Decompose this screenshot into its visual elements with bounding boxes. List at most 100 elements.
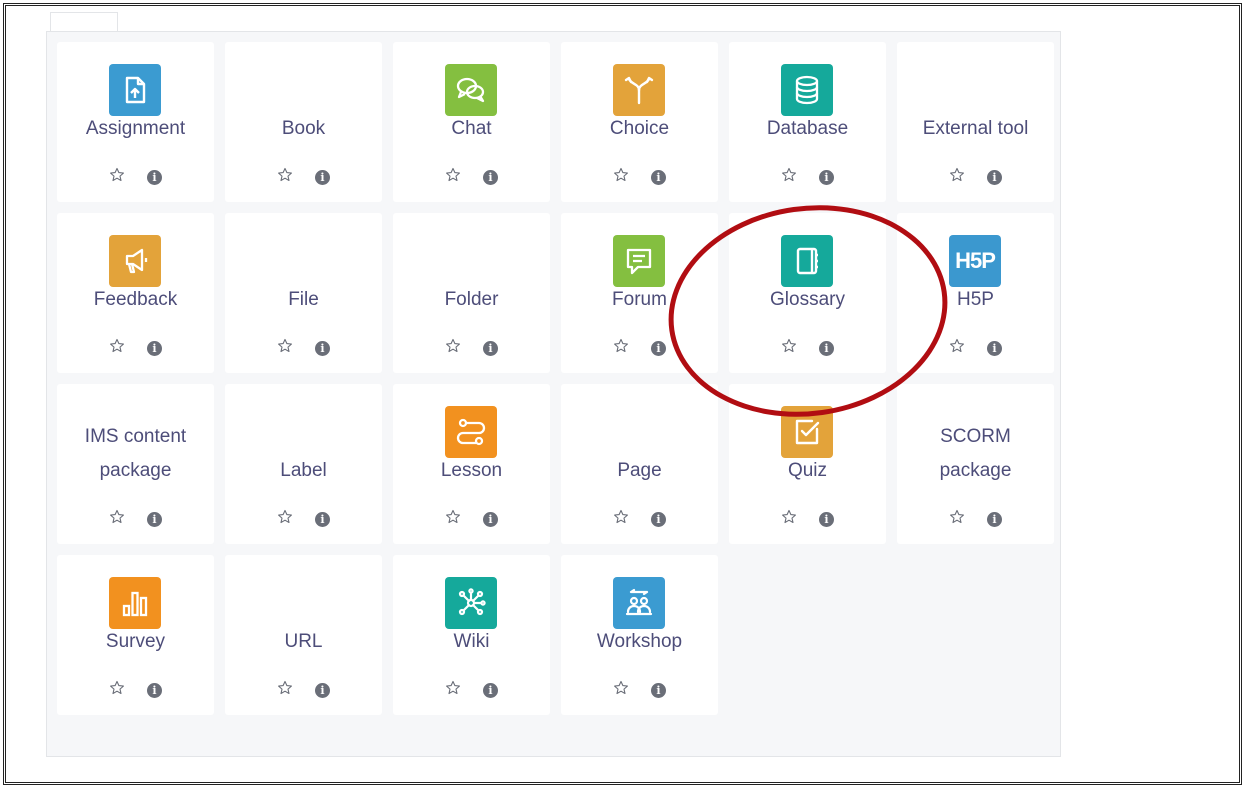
activity-actions: i [57,338,214,359]
activity-name: Survey [105,631,166,652]
activity-tile-url[interactable]: URL i [225,555,382,715]
activity-tile-assignment[interactable]: Assignment i [57,42,214,202]
activity-actions: i [393,167,550,188]
activity-actions: i [393,509,550,530]
activity-name: Chat [451,118,492,139]
info-icon[interactable]: i [483,341,498,356]
star-icon[interactable] [277,680,293,701]
activity-actions: i [561,509,718,530]
info-icon[interactable]: i [147,341,162,356]
activity-actions: i [561,167,718,188]
activity-tile-h5p[interactable]: H5P H5P i [897,213,1054,373]
star-icon[interactable] [109,338,125,359]
forum-icon [613,235,665,287]
info-icon[interactable]: i [987,341,1002,356]
activity-tile-file[interactable]: File i [225,213,382,373]
info-icon[interactable]: i [315,512,330,527]
star-icon[interactable] [109,509,125,530]
info-icon[interactable]: i [651,341,666,356]
activity-name: Glossary [770,289,845,310]
star-icon[interactable] [445,167,461,188]
activity-tile-book[interactable]: Book i [225,42,382,202]
feedback-icon [109,235,161,287]
activity-tile-feedback[interactable]: Feedback i [57,213,214,373]
activity-actions: i [57,509,214,530]
h5p-icon-text: H5P [955,248,996,273]
activity-name: Quiz [787,460,828,481]
star-icon[interactable] [277,509,293,530]
info-icon[interactable]: i [483,683,498,698]
info-icon[interactable]: i [651,512,666,527]
activity-name: Book [281,118,326,139]
activity-tile-scorm-package[interactable]: SCORM package i [897,384,1054,544]
info-icon[interactable]: i [147,170,162,185]
star-icon[interactable] [277,167,293,188]
survey-icon [109,577,161,629]
activity-actions: i [561,338,718,359]
info-icon[interactable]: i [483,170,498,185]
chat-icon [445,64,497,116]
info-icon[interactable]: i [315,683,330,698]
activity-tile-glossary[interactable]: Glossary i [729,213,886,373]
info-icon[interactable]: i [651,170,666,185]
activity-tile-label[interactable]: Label i [225,384,382,544]
database-icon [781,64,833,116]
activity-actions: i [225,338,382,359]
activity-tile-database[interactable]: Database i [729,42,886,202]
activity-tile-quiz[interactable]: Quiz i [729,384,886,544]
info-icon[interactable]: i [987,170,1002,185]
workshop-icon [613,577,665,629]
star-icon[interactable] [445,338,461,359]
activity-tile-ims-content-package[interactable]: IMS content package i [57,384,214,544]
star-icon[interactable] [781,167,797,188]
activity-tile-folder[interactable]: Folder i [393,213,550,373]
activity-tile-lesson[interactable]: Lesson i [393,384,550,544]
activity-tile-forum[interactable]: Forum i [561,213,718,373]
star-icon[interactable] [781,509,797,530]
star-icon[interactable] [109,680,125,701]
info-icon[interactable]: i [819,170,834,185]
star-icon[interactable] [949,509,965,530]
activity-name: SCORM package [939,426,1012,481]
info-icon[interactable]: i [315,341,330,356]
activity-tile-external-tool[interactable]: External tool i [897,42,1054,202]
info-icon[interactable]: i [147,512,162,527]
star-icon[interactable] [277,338,293,359]
info-icon[interactable]: i [987,512,1002,527]
star-icon[interactable] [781,338,797,359]
activity-tile-workshop[interactable]: Workshop i [561,555,718,715]
tab-all[interactable] [50,12,118,33]
info-icon[interactable]: i [147,683,162,698]
star-icon[interactable] [949,167,965,188]
info-icon[interactable]: i [819,512,834,527]
star-icon[interactable] [949,338,965,359]
activity-actions: i [393,680,550,701]
star-icon[interactable] [613,680,629,701]
activity-name: Wiki [453,631,490,652]
star-icon[interactable] [613,338,629,359]
info-icon[interactable]: i [651,683,666,698]
choice-icon [613,64,665,116]
activity-tile-chat[interactable]: Chat i [393,42,550,202]
activity-tile-wiki[interactable]: Wiki i [393,555,550,715]
info-icon[interactable]: i [819,341,834,356]
activity-actions: i [897,509,1054,530]
glossary-icon [781,235,833,287]
star-icon[interactable] [445,680,461,701]
info-icon[interactable]: i [483,512,498,527]
activity-actions: i [561,680,718,701]
activity-name: Lesson [440,460,503,481]
activity-tile-page[interactable]: Page i [561,384,718,544]
activity-name: IMS content package [84,426,187,481]
star-icon[interactable] [109,167,125,188]
star-icon[interactable] [445,509,461,530]
star-icon[interactable] [613,167,629,188]
activity-actions: i [729,338,886,359]
activity-tile-choice[interactable]: Choice i [561,42,718,202]
activity-actions: i [897,167,1054,188]
star-icon[interactable] [613,509,629,530]
activity-tile-survey[interactable]: Survey i [57,555,214,715]
activity-name: Page [617,460,662,481]
info-icon[interactable]: i [315,170,330,185]
activity-actions: i [57,680,214,701]
